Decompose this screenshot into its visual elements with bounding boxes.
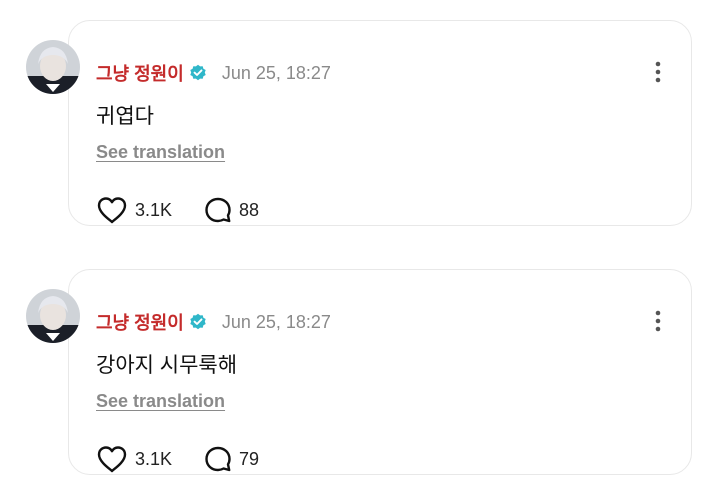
- post-actions: 3.1K 79: [96, 444, 291, 474]
- post-actions: 3.1K 88: [96, 195, 291, 225]
- see-translation-link[interactable]: See translation: [96, 142, 225, 163]
- post-text: 귀엽다: [96, 105, 154, 128]
- author-name[interactable]: 그냥 정원이: [96, 60, 184, 86]
- post-header: 그냥 정원이 Jun 25, 18:27: [96, 60, 331, 86]
- more-options-icon[interactable]: [650, 60, 666, 86]
- verified-badge-icon: [189, 64, 207, 82]
- author-name[interactable]: 그냥 정원이: [96, 309, 184, 335]
- like-button[interactable]: 3.1K: [96, 195, 172, 225]
- like-count: 3.1K: [135, 448, 173, 469]
- post-header: 그냥 정원이 Jun 25, 18:27: [96, 309, 331, 335]
- see-translation-link[interactable]: See translation: [96, 391, 225, 412]
- comment-button[interactable]: 79: [204, 445, 259, 473]
- comment-bubble-icon: [205, 197, 231, 223]
- more-options-icon[interactable]: [650, 309, 666, 335]
- avatar[interactable]: [26, 289, 80, 343]
- like-count: 3.1K: [135, 199, 173, 220]
- like-button[interactable]: 3.1K: [96, 444, 172, 474]
- avatar[interactable]: [26, 40, 80, 94]
- comment-button[interactable]: 88: [204, 196, 259, 224]
- timestamp: Jun 25, 18:27: [221, 311, 331, 332]
- comment-bubble-icon: [205, 446, 231, 472]
- heart-icon: [97, 446, 127, 473]
- post-card: 그냥 정원이 Jun 25, 18:27 귀엽다 See translation…: [0, 20, 720, 250]
- heart-icon: [97, 197, 127, 224]
- comment-count: 79: [239, 448, 260, 469]
- timestamp: Jun 25, 18:27: [221, 62, 331, 83]
- post-card: 그냥 정원이 Jun 25, 18:27 강아지 시무룩해 See transl…: [0, 269, 720, 499]
- verified-badge-icon: [189, 313, 207, 331]
- post-text: 강아지 시무룩해: [96, 354, 238, 377]
- comment-count: 88: [239, 199, 260, 220]
